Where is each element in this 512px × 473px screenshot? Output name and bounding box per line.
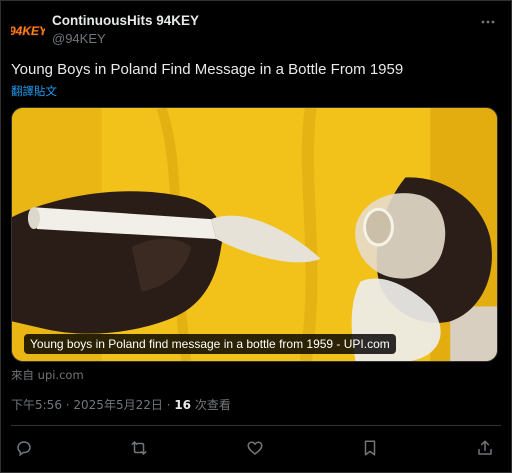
svg-text:94KEY: 94KEY (11, 24, 45, 38)
tweet-card: 94KEY ContinuousHits 94KEY @94KEY Young … (0, 0, 512, 473)
link-card-caption[interactable]: Young boys in Poland find message in a b… (24, 334, 396, 354)
views-label: 次查看 (191, 398, 231, 412)
translate-post-link[interactable]: 翻譯貼文 (11, 83, 57, 99)
avatar[interactable]: 94KEY (11, 13, 45, 47)
author-display-name[interactable]: ContinuousHits 94KEY (52, 13, 199, 28)
reply-icon[interactable] (13, 437, 35, 459)
link-card-media[interactable]: Young boys in Poland find message in a b… (11, 107, 498, 362)
author-handle[interactable]: @94KEY (52, 31, 106, 46)
like-icon[interactable] (244, 437, 266, 459)
action-bar (1, 437, 512, 459)
tweet-time[interactable]: 下午5:56 (11, 398, 62, 412)
retweet-icon[interactable] (128, 437, 150, 459)
meta-separator: · (162, 398, 175, 412)
meta-separator: · (61, 398, 74, 412)
views-count: 16 (174, 398, 192, 412)
bookmark-icon[interactable] (359, 437, 381, 459)
brand-logo: 94KEY (11, 13, 45, 47)
tweet-text: Young Boys in Poland Find Message in a B… (11, 61, 404, 78)
tweet-date[interactable]: 2025年5月22日 (73, 398, 162, 412)
share-icon[interactable] (474, 437, 496, 459)
tweet-meta: 下午5:56 · 2025年5月22日 · 16 次查看 (11, 396, 231, 413)
link-source[interactable]: 來自 upi.com (11, 367, 84, 383)
more-options-icon[interactable] (479, 13, 497, 31)
news-photo (12, 108, 497, 361)
divider (11, 425, 501, 426)
